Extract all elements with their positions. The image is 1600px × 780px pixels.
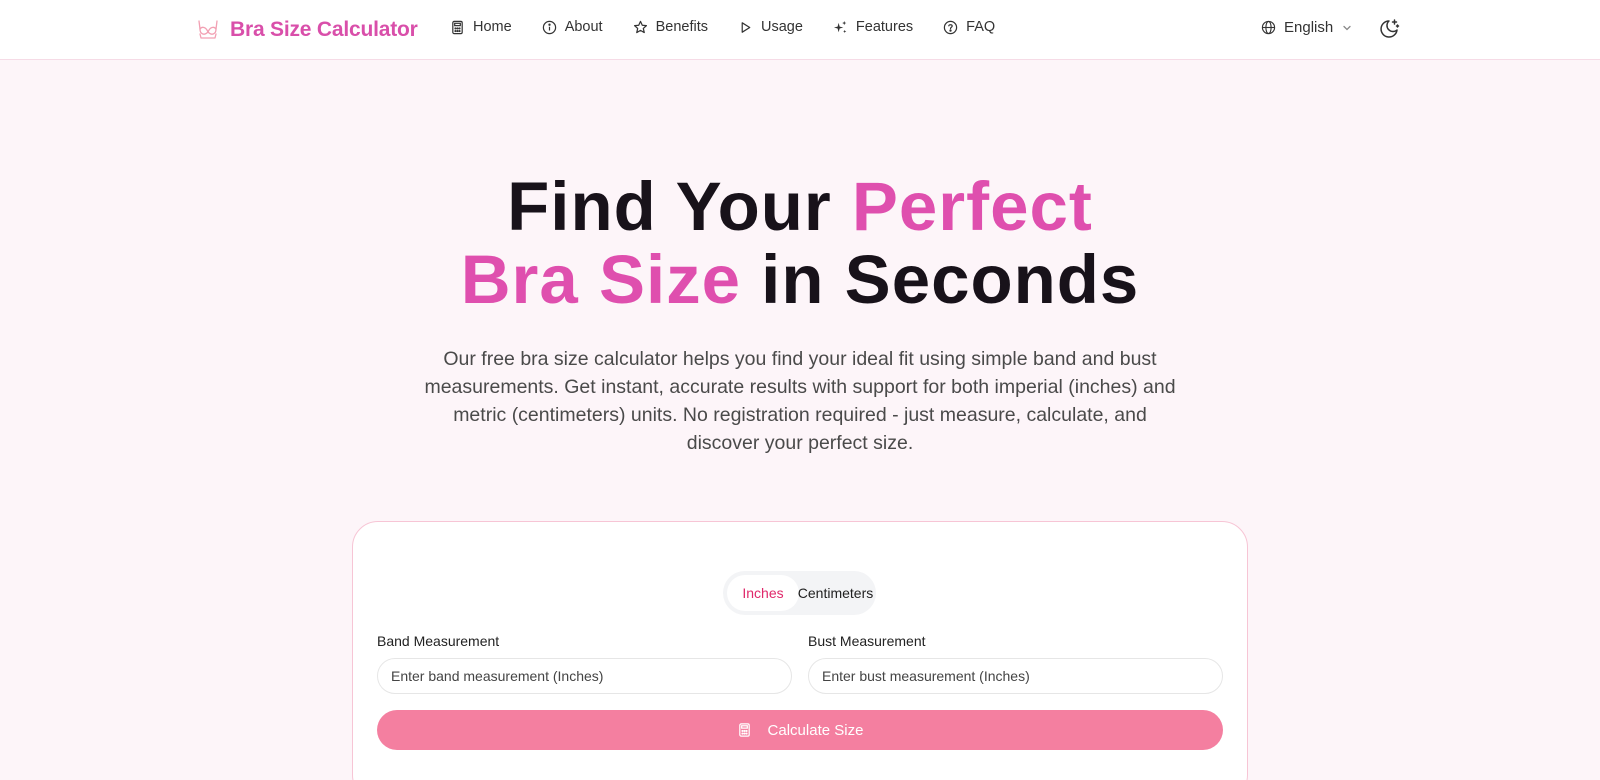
nav-label: Usage — [761, 19, 803, 35]
star-icon — [633, 20, 647, 33]
nav-item-home[interactable]: Home — [450, 19, 512, 35]
info-icon — [542, 20, 556, 34]
nav-label: FAQ — [966, 19, 996, 35]
calculate-size-button[interactable]: Calculate Size — [377, 710, 1223, 750]
hero-subtitle: Our free bra size calculator helps you f… — [424, 348, 1176, 454]
brand-name: Bra Size Calculator — [230, 18, 418, 41]
bust-measurement-input[interactable] — [808, 658, 1223, 694]
nav-item-features[interactable]: Features — [833, 19, 913, 35]
unit-toggle: Inches Centimeters — [723, 571, 876, 615]
band-measurement-label: Band Measurement — [377, 633, 500, 649]
nav-item-about[interactable]: About — [542, 19, 603, 35]
nav-label: Features — [855, 19, 914, 35]
title-text: Find Your — [507, 168, 852, 245]
unit-inches-button[interactable]: Inches — [727, 575, 799, 611]
title-accent: Bra Size — [460, 241, 742, 318]
chevron-down-icon — [1343, 25, 1351, 30]
title-accent: Perfect — [851, 168, 1093, 245]
nav-label: Benefits — [655, 19, 708, 35]
language-selector[interactable]: English — [1261, 19, 1353, 36]
play-icon — [741, 21, 751, 33]
unit-centimeters-button[interactable]: Centimeters — [798, 575, 873, 611]
band-measurement-input[interactable] — [377, 658, 792, 694]
title-text: in Seconds — [741, 241, 1140, 318]
moon-icon[interactable] — [1378, 18, 1400, 40]
calculator-icon — [452, 20, 463, 34]
calculator-icon — [738, 723, 750, 737]
help-circle-icon — [943, 20, 958, 34]
calculator-card: Inches Centimeters Band Measurement Bust… — [352, 521, 1248, 780]
globe-icon — [1261, 20, 1276, 35]
language-label: English — [1284, 19, 1334, 36]
hero-title: Find Your Perfect Bra Size in Seconds — [0, 170, 1600, 316]
nav-label: About — [564, 19, 603, 35]
nav-item-benefits[interactable]: Benefits — [633, 19, 708, 35]
bra-icon — [198, 20, 218, 39]
brand-logo-link[interactable]: Bra Size Calculator — [196, 16, 418, 44]
calculate-button-label: Calculate Size — [767, 721, 864, 739]
sparkles-icon — [833, 20, 847, 33]
nav-label: Home — [473, 19, 512, 35]
main-nav: Home About Benefits Usage Features FAQ — [450, 19, 1025, 35]
nav-item-usage[interactable]: Usage — [738, 19, 803, 35]
nav-item-faq[interactable]: FAQ — [943, 19, 995, 35]
bust-measurement-label: Bust Measurement — [808, 633, 926, 649]
top-navbar: Bra Size Calculator Home About Benefits … — [0, 0, 1600, 60]
